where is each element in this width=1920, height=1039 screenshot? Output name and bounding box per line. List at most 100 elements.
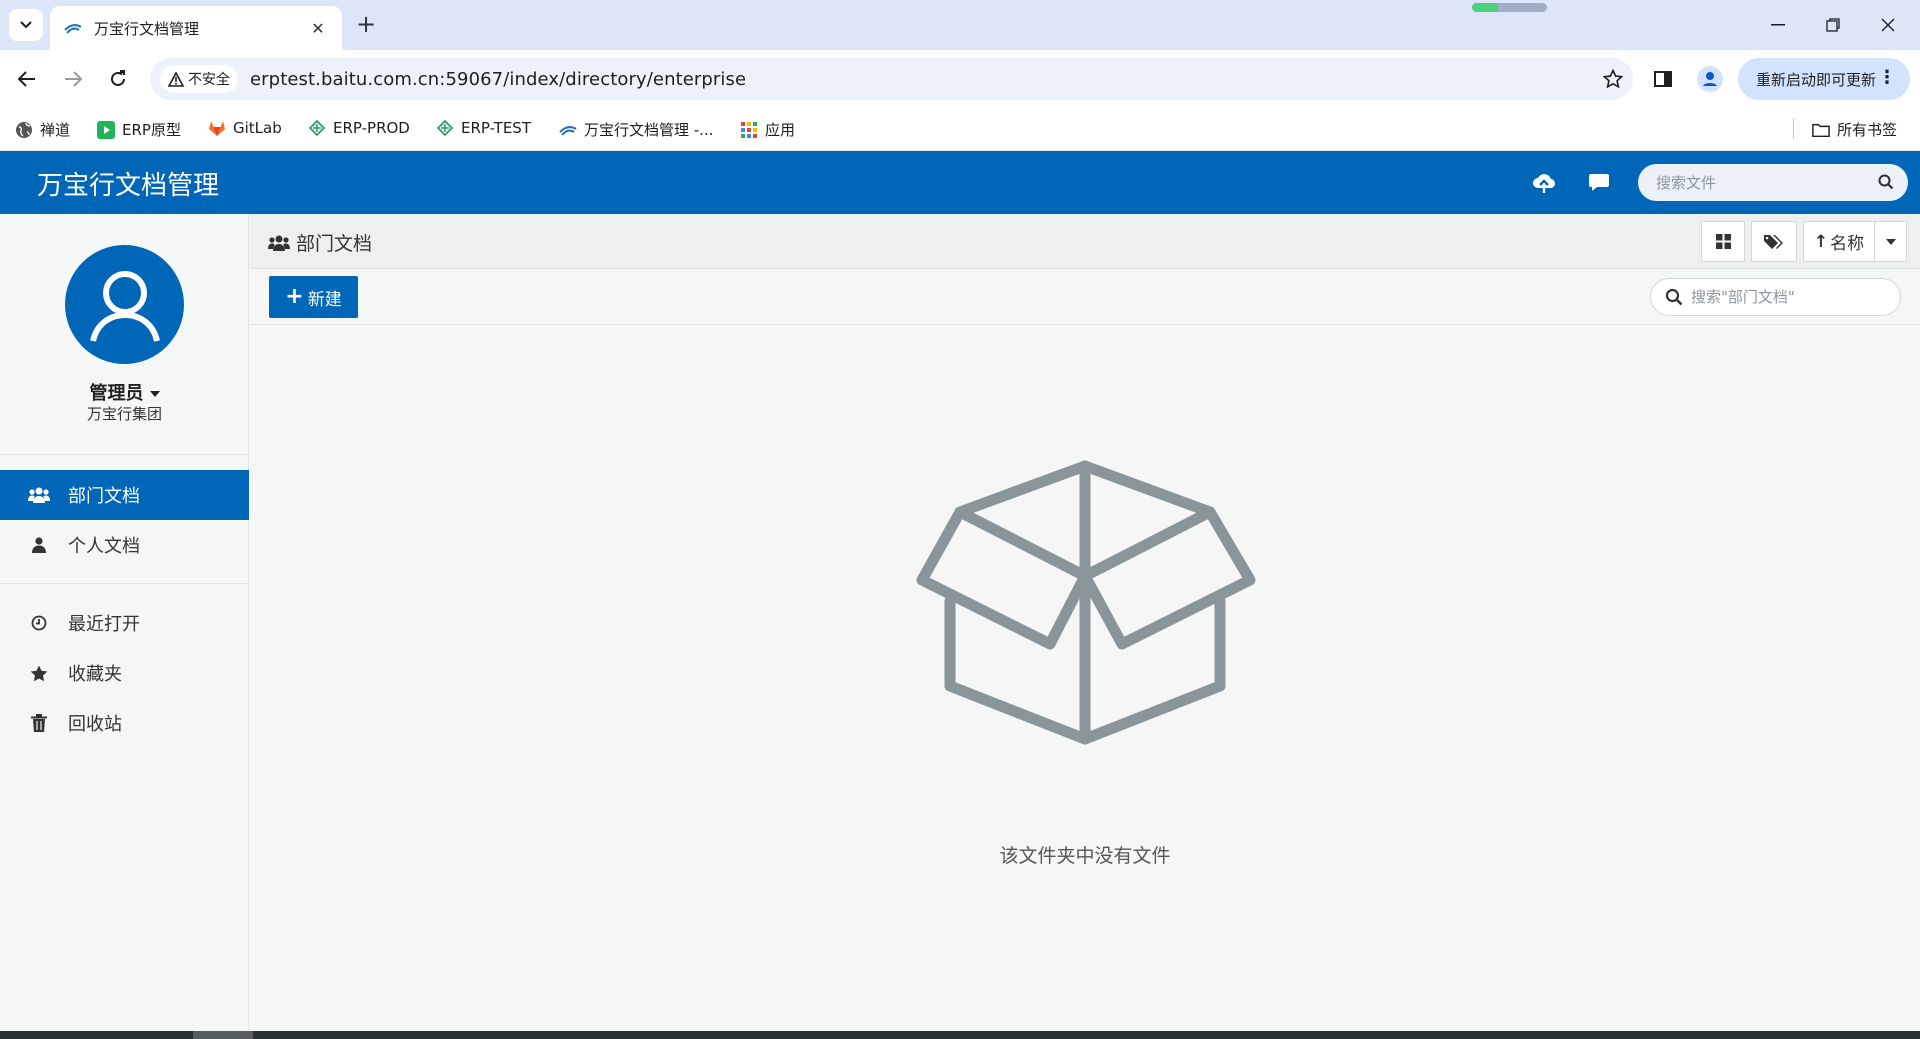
star-icon: [24, 665, 54, 682]
sidebar-item-department-docs[interactable]: 部门文档: [0, 470, 249, 520]
sidebar-item-label: 收藏夹: [68, 664, 122, 685]
side-panel-button[interactable]: [1647, 63, 1679, 95]
bookmark-item[interactable]: ERP原型: [97, 119, 181, 140]
user-org: 万宝行集团: [86, 405, 162, 423]
avatar[interactable]: [65, 245, 184, 364]
breadcrumb-bar: 部门文档 ↑ 名称: [250, 214, 1920, 269]
comment-icon: [1589, 174, 1609, 191]
bookmark-label: ERP原型: [122, 121, 181, 139]
breadcrumb-label: 部门文档: [296, 233, 373, 255]
directory-search-box[interactable]: [1650, 278, 1901, 316]
apps-grid-icon: [740, 121, 758, 139]
wanbao-logo-icon: [64, 24, 82, 34]
bookmark-label: ERP-TEST: [461, 119, 531, 137]
tags-button[interactable]: [1751, 221, 1797, 262]
address-bar[interactable]: 不安全 erptest.baitu.com.cn:59067/index/dir…: [150, 58, 1633, 100]
bookmark-item[interactable]: 禅道: [15, 119, 70, 140]
sidebar-item-label: 回收站: [68, 714, 122, 735]
erp-icon: [436, 119, 454, 137]
new-button-label: 新建: [307, 289, 342, 310]
restore-button[interactable]: [1813, 10, 1853, 40]
grid-view-button[interactable]: [1701, 221, 1745, 262]
tab-search-button[interactable]: [9, 9, 43, 41]
grid-icon: [1715, 234, 1731, 249]
bookmarks-divider: [1793, 119, 1794, 139]
sort-dropdown-button[interactable]: [1874, 221, 1907, 262]
security-chip[interactable]: 不安全: [160, 65, 238, 93]
new-button[interactable]: + 新建: [269, 276, 358, 318]
messages-button[interactable]: [1585, 169, 1613, 197]
warning-icon: [168, 71, 184, 87]
sidebar-item-personal-docs[interactable]: 个人文档: [0, 520, 249, 570]
sidebar-divider: [0, 454, 249, 455]
bookmark-item[interactable]: GitLab: [208, 119, 282, 137]
close-icon[interactable]: ✕: [308, 19, 328, 38]
sort-by-name-button[interactable]: ↑ 名称: [1803, 221, 1875, 262]
wanbao-logo-icon: [559, 121, 577, 139]
more-vert-icon[interactable]: ⋮: [1878, 68, 1896, 88]
users-icon: [268, 235, 290, 251]
minimize-button[interactable]: [1758, 10, 1798, 40]
bookmark-item[interactable]: 应用: [740, 119, 795, 140]
play-icon: [97, 120, 115, 139]
user-avatar-icon: [89, 270, 160, 342]
search-icon[interactable]: [1878, 174, 1894, 190]
file-search-box[interactable]: [1638, 164, 1908, 201]
chevron-down-icon: [20, 21, 32, 29]
side-panel-icon: [1654, 71, 1672, 87]
bookmark-label: 万宝行文档管理 -...: [584, 121, 714, 139]
sidebar: 管理员 万宝行集团 部门文档 个人文档 最近打开 收藏夹 回收站: [0, 214, 249, 1032]
empty-box-icon: [916, 460, 1256, 745]
action-bar: + 新建: [250, 269, 1920, 325]
new-tab-button[interactable]: +: [352, 11, 380, 39]
erp-icon: [308, 119, 326, 137]
trash-icon: [24, 714, 54, 732]
update-label: 重新启动即可更新: [1756, 70, 1877, 89]
scrollbar-thumb[interactable]: [193, 1031, 253, 1039]
gitlab-icon: [208, 119, 226, 137]
app-header: 万宝行文档管理: [0, 151, 1920, 214]
bookmark-star-button[interactable]: [1593, 69, 1633, 89]
update-button[interactable]: 重新启动即可更新 ⋮: [1738, 58, 1910, 100]
horizontal-scrollbar[interactable]: [0, 1031, 1920, 1039]
breadcrumb[interactable]: 部门文档: [268, 229, 372, 256]
sidebar-item-label: 最近打开: [68, 614, 140, 635]
upload-button[interactable]: [1530, 169, 1558, 197]
all-bookmarks-label: 所有书签: [1837, 121, 1898, 139]
back-button[interactable]: [11, 63, 43, 95]
browser-tab[interactable]: 万宝行文档管理 ✕: [50, 6, 342, 50]
star-outline-icon: [1603, 69, 1623, 89]
bookmark-item[interactable]: ERP-TEST: [436, 119, 531, 137]
sidebar-item-recent[interactable]: 最近打开: [0, 598, 249, 648]
bookmark-label: GitLab: [233, 119, 282, 137]
bookmark-label: 禅道: [40, 121, 71, 139]
sort-label: 名称: [1830, 234, 1865, 254]
sidebar-item-favorites[interactable]: 收藏夹: [0, 648, 249, 698]
file-search-input[interactable]: [1656, 173, 1866, 192]
tab-title: 万宝行文档管理: [94, 19, 200, 38]
cloud-upload-icon: [1533, 174, 1556, 193]
plus-icon: +: [285, 284, 304, 309]
all-bookmarks-button[interactable]: 所有书签: [1812, 119, 1897, 140]
bookmark-item[interactable]: ERP-PROD: [308, 119, 410, 137]
forward-button[interactable]: [57, 63, 89, 95]
window-close-button[interactable]: [1868, 10, 1908, 40]
caret-down-icon: [1885, 238, 1896, 245]
arrow-right-icon: [65, 71, 82, 87]
bookmark-label: 应用: [765, 121, 796, 139]
security-label: 不安全: [188, 72, 230, 88]
app-title: 万宝行文档管理: [37, 171, 220, 201]
user-name: 管理员: [89, 383, 144, 404]
globe-icon: [15, 121, 33, 139]
caret-down-icon: [149, 391, 160, 397]
profile-button[interactable]: [1694, 63, 1726, 95]
user-menu[interactable]: 管理员: [0, 379, 249, 405]
directory-search-input[interactable]: [1691, 288, 1891, 306]
sidebar-item-recycle-bin[interactable]: 回收站: [0, 698, 249, 748]
reload-button[interactable]: [102, 63, 134, 95]
url-text[interactable]: erptest.baitu.com.cn:59067/index/directo…: [250, 69, 1593, 90]
bookmark-item[interactable]: 万宝行文档管理 -...: [559, 119, 714, 140]
progress-indicator: [1472, 3, 1547, 12]
sidebar-divider: [0, 583, 249, 584]
browser-toolbar: 不安全 erptest.baitu.com.cn:59067/index/dir…: [0, 50, 1920, 108]
